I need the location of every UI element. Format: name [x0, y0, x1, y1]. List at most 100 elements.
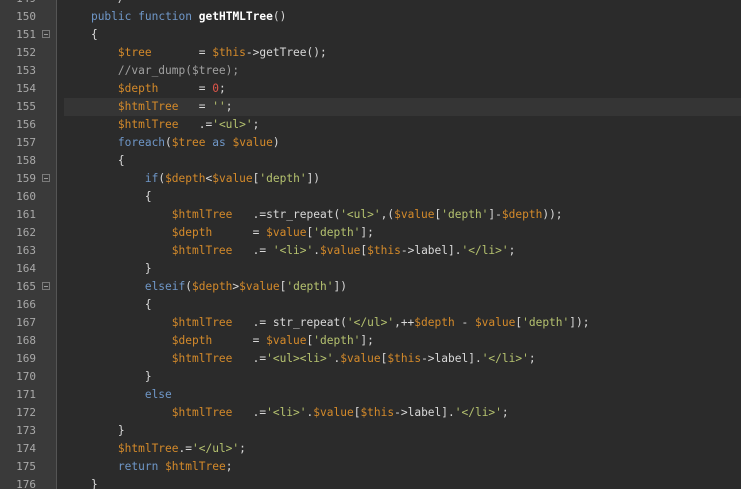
code-lines[interactable]: 149 /150 public function getHTMLTree()15… — [0, 0, 741, 489]
code-token: } — [64, 262, 152, 275]
line-number: 170 — [16, 370, 36, 383]
code-line[interactable]: 158 { — [0, 152, 741, 170]
code-token: { — [64, 28, 98, 41]
code-text[interactable]: $htmlTree .= str_repeat('</ul>',++$depth… — [64, 314, 741, 332]
code-token: return — [117, 460, 159, 473]
code-text[interactable]: else — [64, 386, 741, 404]
code-text[interactable]: foreach($tree as $value) — [64, 134, 741, 152]
code-token: elseif — [144, 280, 186, 293]
code-token: 'depth' — [259, 172, 307, 185]
code-text[interactable]: public function getHTMLTree() — [64, 8, 741, 26]
code-text[interactable]: { — [64, 152, 741, 170]
code-line[interactable]: 176 } — [0, 476, 741, 489]
code-line[interactable]: 162 $depth = $value['depth']; — [0, 224, 741, 242]
code-text[interactable]: $htmlTree .='<li>'.$value[$this->label].… — [64, 404, 741, 422]
code-line[interactable]: 160 { — [0, 188, 741, 206]
code-token: getTree(); — [259, 46, 327, 59]
code-line[interactable]: 164 } — [0, 260, 741, 278]
code-token: 'depth' — [441, 208, 489, 221]
code-text[interactable]: return $htmlTree; — [64, 458, 741, 476]
code-text[interactable]: { — [64, 188, 741, 206]
code-line[interactable]: 163 $htmlTree .= '<li>'.$value[$this->la… — [0, 242, 741, 260]
code-line[interactable]: 161 $htmlTree .=str_repeat('<ul>',($valu… — [0, 206, 741, 224]
code-token: 'depth' — [313, 334, 361, 347]
code-text[interactable]: } — [64, 260, 741, 278]
code-line[interactable]: 155 $htmlTree = ''; — [0, 98, 741, 116]
code-token: ]; — [360, 226, 374, 239]
code-text[interactable]: $htmlTree .=str_repeat('<ul>',($value['d… — [64, 206, 741, 224]
code-token: $htmlTree — [117, 118, 179, 131]
code-line[interactable]: 171 else — [0, 386, 741, 404]
line-number: 171 — [16, 388, 36, 401]
code-line[interactable]: 172 $htmlTree .='<li>'.$value[$this->lab… — [0, 404, 741, 422]
code-token: $value — [212, 172, 253, 185]
fold-toggle-icon[interactable] — [42, 30, 50, 38]
code-line[interactable]: 154 $depth = 0; — [0, 80, 741, 98]
code-token: //var_dump($tree); — [117, 64, 240, 77]
code-line[interactable]: 168 $depth = $value['depth']; — [0, 332, 741, 350]
code-line[interactable]: 166 { — [0, 296, 741, 314]
code-token: ->label]. — [421, 352, 482, 365]
code-text[interactable]: / — [64, 0, 741, 8]
code-line[interactable]: 150 public function getHTMLTree() — [0, 8, 741, 26]
code-text[interactable]: $depth = 0; — [64, 80, 741, 98]
line-number: 175 — [16, 460, 36, 473]
code-text[interactable]: $htmlTree.='</ul>'; — [64, 440, 741, 458]
code-line[interactable]: 157 foreach($tree as $value) — [0, 134, 741, 152]
code-text[interactable]: $tree = $this->getTree(); — [64, 44, 741, 62]
code-token: $depth — [117, 82, 159, 95]
line-number: 156 — [16, 118, 36, 131]
code-line[interactable]: 170 } — [0, 368, 741, 386]
line-number: 153 — [16, 64, 36, 77]
code-token: '</ul>' — [192, 442, 240, 455]
code-text[interactable]: $htmlTree .='<ul>'; — [64, 116, 741, 134]
code-text[interactable]: $depth = $value['depth']; — [64, 332, 741, 350]
code-token: $htmlTree — [171, 208, 233, 221]
line-number: 165 — [16, 280, 36, 293]
code-line[interactable]: 159 if($depth<$value['depth']) — [0, 170, 741, 188]
line-number: 161 — [16, 208, 36, 221]
code-line[interactable]: 174 $htmlTree.='</ul>'; — [0, 440, 741, 458]
code-text[interactable]: $depth = $value['depth']; — [64, 224, 741, 242]
code-text[interactable]: { — [64, 296, 741, 314]
line-number: 149 — [0, 0, 36, 8]
code-text[interactable]: $htmlTree .='<ul><li>'.$value[$this->lab… — [64, 350, 741, 368]
code-token: public — [90, 10, 132, 23]
code-token: foreach — [117, 136, 166, 149]
code-text[interactable]: } — [64, 368, 741, 386]
code-line[interactable]: 151 { — [0, 26, 741, 44]
code-text[interactable]: elseif($depth>$value['depth']) — [64, 278, 741, 296]
code-text[interactable]: } — [64, 476, 741, 489]
code-token: ; — [528, 352, 536, 365]
code-line[interactable]: 156 $htmlTree .='<ul>'; — [0, 116, 741, 134]
code-token: ]; — [360, 334, 374, 347]
code-token: $this — [387, 352, 422, 365]
code-text[interactable]: } — [64, 422, 741, 440]
code-line[interactable]: 167 $htmlTree .= str_repeat('</ul>',++$d… — [0, 314, 741, 332]
code-text[interactable]: $htmlTree .= '<li>'.$value[$this->label]… — [64, 242, 741, 260]
code-token: '</li>' — [461, 244, 509, 257]
code-text[interactable]: if($depth<$value['depth']) — [64, 170, 741, 188]
line-number: 154 — [16, 82, 36, 95]
code-line[interactable]: 165 elseif($depth>$value['depth']) — [0, 278, 741, 296]
code-token: ) — [272, 136, 280, 149]
fold-toggle-icon[interactable] — [42, 282, 50, 290]
code-line[interactable]: 173 } — [0, 422, 741, 440]
code-token: $depth — [501, 208, 543, 221]
code-line[interactable]: 169 $htmlTree .='<ul><li>'.$value[$this-… — [0, 350, 741, 368]
code-line[interactable]: 149 / — [0, 0, 741, 8]
code-text[interactable]: { — [64, 26, 741, 44]
fold-toggle-icon[interactable] — [42, 174, 50, 182]
code-line[interactable]: 153 //var_dump($tree); — [0, 62, 741, 80]
code-editor[interactable]: 149 /150 public function getHTMLTree()15… — [0, 0, 741, 489]
code-line[interactable]: 175 return $htmlTree; — [0, 458, 741, 476]
code-token: = — [158, 82, 213, 95]
code-text[interactable]: //var_dump($tree); — [64, 62, 741, 80]
code-line[interactable]: 152 $tree = $this->getTree(); — [0, 44, 741, 62]
code-text[interactable]: $htmlTree = ''; — [64, 98, 741, 116]
